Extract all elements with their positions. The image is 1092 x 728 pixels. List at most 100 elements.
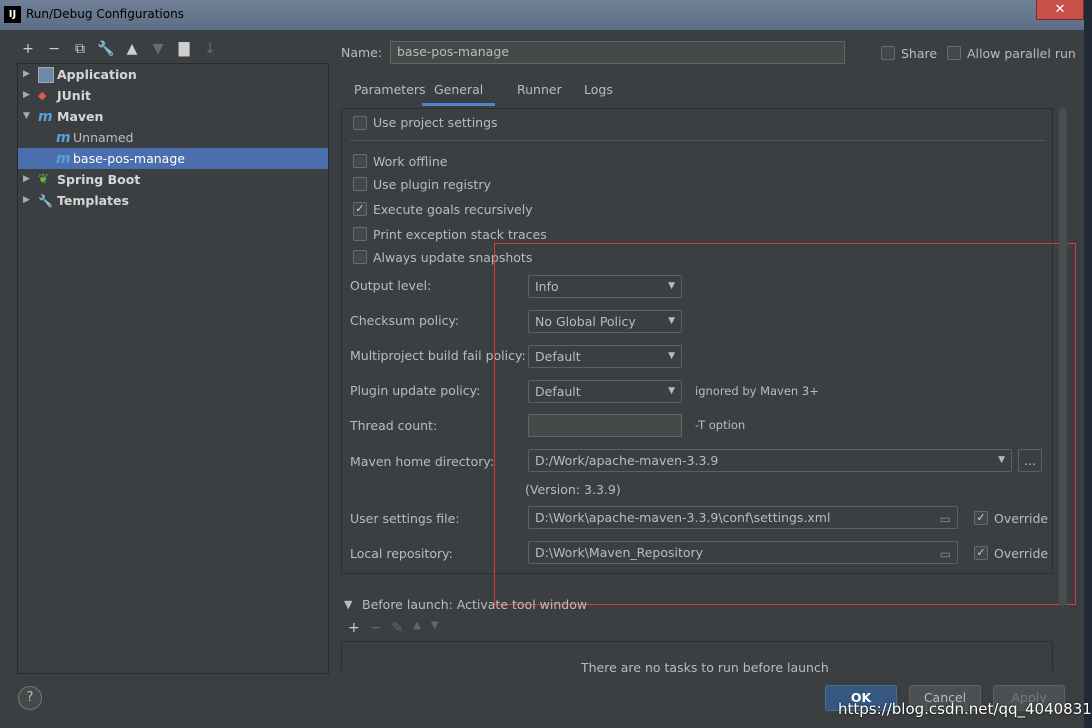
tree-item-maven[interactable]: ▼ m Maven <box>18 106 328 127</box>
tab-logs[interactable]: Logs <box>584 80 613 106</box>
maven-home-value: D:/Work/apache-maven-3.3.9 <box>535 453 719 468</box>
wrench-icon[interactable]: 🔧 <box>96 39 116 59</box>
tree-item-application[interactable]: ▶ Application <box>18 64 328 85</box>
tree-item-junit[interactable]: ▶ ◆ JUnit <box>18 85 328 106</box>
checksum-policy-select[interactable]: No Global Policy ▼ <box>528 310 682 333</box>
dropdown-arrow-icon: ▼ <box>668 351 675 361</box>
dropdown-arrow-icon: ▼ <box>668 316 675 326</box>
separator <box>350 140 1045 141</box>
share-checkbox[interactable] <box>881 46 895 60</box>
move-down-task-icon[interactable]: ▼ <box>431 620 439 636</box>
thread-count-label: Thread count: <box>350 418 438 433</box>
multiproject-value: Default <box>535 349 581 364</box>
before-launch-collapse-icon[interactable]: ▼ <box>344 598 352 611</box>
tab-runner[interactable]: Runner <box>517 80 562 106</box>
output-level-select[interactable]: Info ▼ <box>528 275 682 298</box>
before-launch-task-list: There are no tasks to run before launch <box>341 641 1053 675</box>
collapse-arrow-icon[interactable]: ▼ <box>23 106 33 127</box>
multiproject-select[interactable]: Default ▼ <box>528 345 682 368</box>
application-icon <box>38 67 54 83</box>
local-repository-override-checkbox[interactable]: ✓ <box>974 546 988 560</box>
work-offline-checkbox[interactable] <box>353 154 367 168</box>
expand-arrow-icon[interactable]: ▶ <box>23 85 33 106</box>
help-button[interactable]: ? <box>18 686 42 710</box>
local-repository-label: Local repository: <box>350 546 453 561</box>
config-toolbar: + − ⧉ 🔧 ▲ ▼ ▇ ↓ <box>18 38 220 60</box>
always-update-snapshots-label: Always update snapshots <box>373 250 533 265</box>
folder-icon[interactable]: ▇ <box>174 39 194 59</box>
before-launch-label: Before launch: Activate tool window <box>362 597 588 612</box>
move-up-task-icon[interactable]: ▲ <box>413 620 421 636</box>
title-bar: IJ Run/Debug Configurations ✕ <box>0 0 1092 30</box>
config-tree: ▶ Application ▶ ◆ JUnit ▼ m Maven m Unna… <box>17 63 329 674</box>
multiproject-label: Multiproject build fail policy: <box>350 348 526 363</box>
tree-item-templates[interactable]: ▶ 🔧 Templates <box>18 190 328 211</box>
use-plugin-registry-label: Use plugin registry <box>373 177 491 192</box>
use-project-settings-checkbox[interactable] <box>353 116 367 130</box>
user-settings-value: D:\Work\apache-maven-3.3.9\conf\settings… <box>535 510 831 525</box>
always-update-snapshots-checkbox[interactable] <box>353 250 367 264</box>
tab-parameters[interactable]: Parameters <box>354 80 426 106</box>
before-launch-toolbar: + − ✎ ▲ ▼ <box>348 620 439 636</box>
wrench-icon: 🔧 <box>38 194 53 208</box>
local-repository-field[interactable]: D:\Work\Maven_Repository ▭ <box>528 541 958 564</box>
tab-general[interactable]: General <box>422 80 496 106</box>
tree-item-label: JUnit <box>57 88 91 103</box>
browse-button[interactable]: ... <box>1018 449 1042 472</box>
folder-icon[interactable]: ▭ <box>940 544 951 565</box>
output-level-value: Info <box>535 279 559 294</box>
expand-arrow-icon[interactable]: ▶ <box>23 169 33 190</box>
execute-goals-recursively-checkbox[interactable]: ✓ <box>353 202 367 216</box>
allow-parallel-run-label: Allow parallel run <box>967 46 1076 61</box>
watermark-text: https://blog.csdn.net/qq_40408317 <box>838 700 1092 718</box>
move-down-icon[interactable]: ▼ <box>148 39 168 59</box>
junit-icon: ◆ <box>38 89 47 102</box>
close-button[interactable]: ✕ <box>1036 0 1084 20</box>
vertical-scrollbar[interactable] <box>1059 108 1067 606</box>
dropdown-arrow-icon: ▼ <box>668 281 675 291</box>
user-settings-override-checkbox[interactable]: ✓ <box>974 511 988 525</box>
tree-item-label: Application <box>57 67 137 82</box>
tree-item-label: Maven <box>57 109 104 124</box>
local-repository-override-label: Override <box>994 546 1049 561</box>
maven-home-label: Maven home directory: <box>350 454 495 469</box>
copy-icon[interactable]: ⧉ <box>70 39 90 59</box>
tree-item-base-pos-manage[interactable]: m base-pos-manage <box>18 148 328 169</box>
dropdown-arrow-icon: ▼ <box>998 455 1005 465</box>
add-icon[interactable]: + <box>18 39 38 59</box>
user-settings-field[interactable]: D:\Work\apache-maven-3.3.9\conf\settings… <box>528 506 958 529</box>
use-project-settings-label: Use project settings <box>373 115 498 130</box>
local-repository-value: D:\Work\Maven_Repository <box>535 545 704 560</box>
checksum-policy-label: Checksum policy: <box>350 313 460 328</box>
window-title: Run/Debug Configurations <box>26 7 184 21</box>
tree-item-label: Templates <box>57 193 129 208</box>
thread-count-input[interactable] <box>528 414 682 437</box>
print-exception-checkbox[interactable] <box>353 227 367 241</box>
remove-task-icon[interactable]: − <box>370 620 382 636</box>
tree-item-spring-boot[interactable]: ▶ ❦ Spring Boot <box>18 169 328 190</box>
window-edge <box>1084 0 1092 728</box>
tree-item-label: base-pos-manage <box>73 151 185 166</box>
work-offline-label: Work offline <box>373 154 448 169</box>
maven-home-select[interactable]: D:/Work/apache-maven-3.3.9 ▼ <box>528 449 1012 472</box>
tree-item-unnamed[interactable]: m Unnamed <box>18 127 328 148</box>
tree-item-label: Unnamed <box>73 130 134 145</box>
expand-arrow-icon[interactable]: ▶ <box>23 190 33 211</box>
use-plugin-registry-checkbox[interactable] <box>353 177 367 191</box>
no-tasks-text: There are no tasks to run before launch <box>581 660 829 675</box>
tree-item-label: Spring Boot <box>57 172 141 187</box>
plugin-update-select[interactable]: Default ▼ <box>528 380 682 403</box>
allow-parallel-run-checkbox[interactable] <box>947 46 961 60</box>
name-input[interactable]: base-pos-manage <box>390 41 845 64</box>
edit-task-icon[interactable]: ✎ <box>391 620 403 636</box>
expand-arrow-icon[interactable]: ▶ <box>23 64 33 85</box>
add-task-icon[interactable]: + <box>348 620 360 636</box>
name-label: Name: <box>341 45 383 60</box>
maven-version-text: (Version: 3.3.9) <box>525 482 621 497</box>
sort-icon[interactable]: ↓ <box>200 39 220 59</box>
move-up-icon[interactable]: ▲ <box>122 39 142 59</box>
maven-icon: m <box>56 130 71 146</box>
remove-icon[interactable]: − <box>44 39 64 59</box>
intellij-app-icon: IJ <box>4 6 21 23</box>
folder-icon[interactable]: ▭ <box>940 509 951 530</box>
